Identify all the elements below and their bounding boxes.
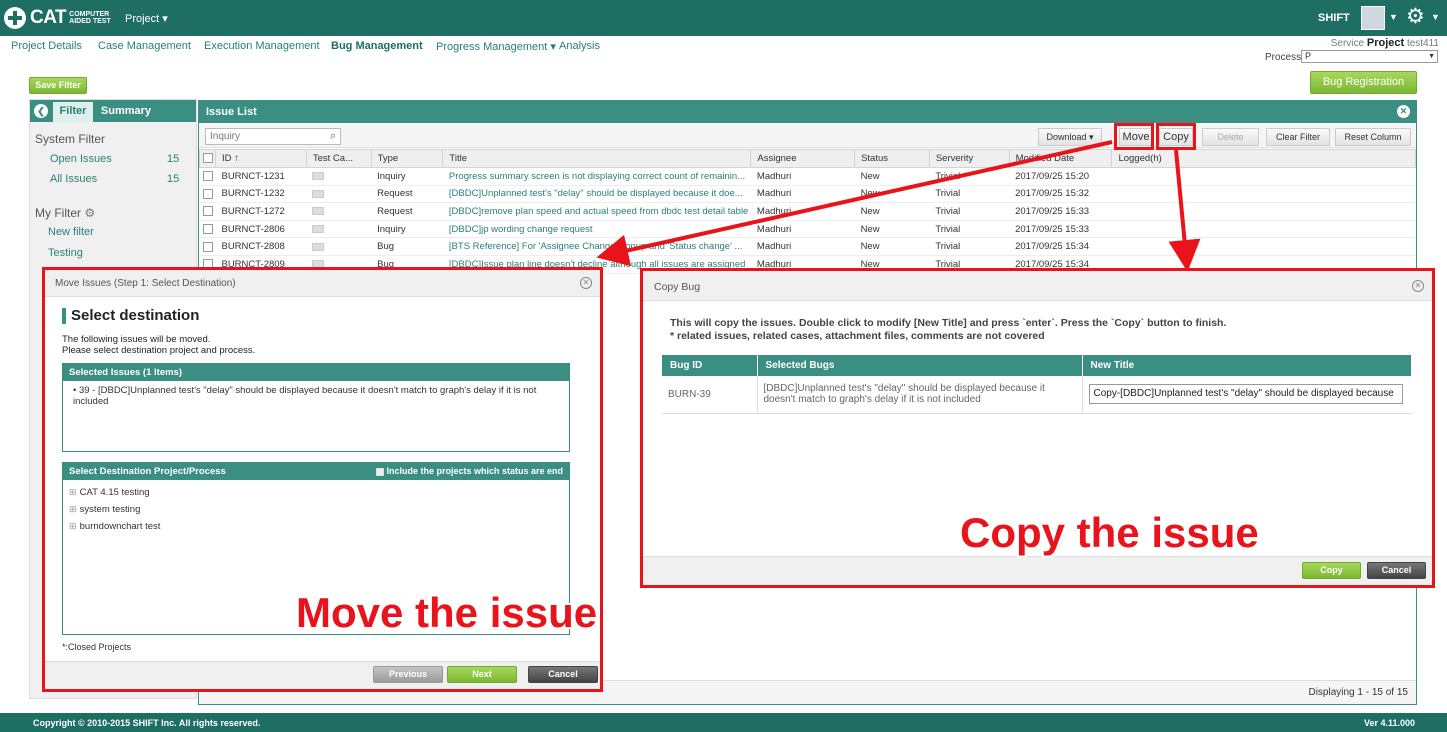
copy-table: Bug ID Selected Bugs New Title BURN-39 [… [662,355,1412,414]
expand-icon[interactable]: ⊞ [69,486,77,498]
next-button[interactable]: Next [447,666,517,683]
footer: Copyright © 2010-2015 SHIFT Inc. All rig… [0,713,1447,732]
arrow-to-move-dialog [596,140,1113,267]
tree-item-project[interactable]: ⊞ system testing [63,501,569,518]
list-item: • 39 - [DBDC]Unplanned test's "delay" sh… [73,385,537,407]
expand-icon[interactable]: ⊞ [69,503,77,515]
closed-projects-note: *:Closed Projects [62,642,132,652]
destination-header: Select Destination Project/Process Inclu… [63,463,569,480]
move-annotation-label: Move the issue [296,589,598,636]
tree-item-project[interactable]: ⊞ burndownchart test [63,518,569,535]
close-icon[interactable]: ✕ [1412,280,1424,292]
move-dialog-instructions: The following issues will be moved. Pleas… [62,334,256,356]
new-title-input[interactable]: Copy-[DBDC]Unplanned test's "delay" shou… [1088,384,1403,405]
copy-annotation-label: Copy the issue [960,509,1259,556]
copy-dialog-title: Copy Bug ✕ [643,271,1432,301]
copy-dialog-footer: Copy Cancel [643,556,1432,585]
selected-bug-cell: [DBDC]Unplanned test's "delay" should be… [756,376,1083,414]
move-dialog-title: Move Issues (Step 1: Select Destination)… [45,270,600,297]
table-header-row: Bug ID Selected Bugs New Title [662,355,1412,376]
column-bug-id: Bug ID [662,355,758,376]
copy-dialog-instructions: This will copy the issues. Double click … [670,317,1227,342]
copyright: Copyright © 2010-2015 SHIFT Inc. All rig… [33,718,261,728]
copy-confirm-button[interactable]: Copy [1302,562,1361,579]
expand-icon[interactable]: ⊞ [69,520,77,532]
column-selected-bugs: Selected Bugs [757,355,1083,376]
arrow-to-copy-dialog [1168,149,1201,272]
bug-id-cell: BURN-39 [662,376,757,414]
close-icon[interactable]: ✕ [580,277,592,289]
table-row: BURN-39 [DBDC]Unplanned test's "delay" s… [662,376,1412,414]
cancel-button[interactable]: Cancel [528,666,598,683]
version: Ver 4.11.000 [1363,718,1415,728]
cancel-button[interactable]: Cancel [1367,562,1426,579]
selected-issues-box: Selected Issues (1 Items) • 39 - [DBDC]U… [62,363,570,452]
new-title-cell: Copy-[DBDC]Unplanned test's "delay" shou… [1082,376,1412,414]
move-dialog-footer: Previous Next Cancel [45,661,600,689]
selected-issues-header: Selected Issues (1 Items) [63,364,569,381]
previous-button[interactable]: Previous [373,666,443,683]
tree-item-project[interactable]: ⊞ CAT 4.15 testing [63,484,569,501]
include-ended-checkbox[interactable]: Include the projects which status are en… [375,466,563,476]
move-dialog-heading: Select destination [62,308,199,324]
column-new-title: New Title [1082,355,1412,376]
